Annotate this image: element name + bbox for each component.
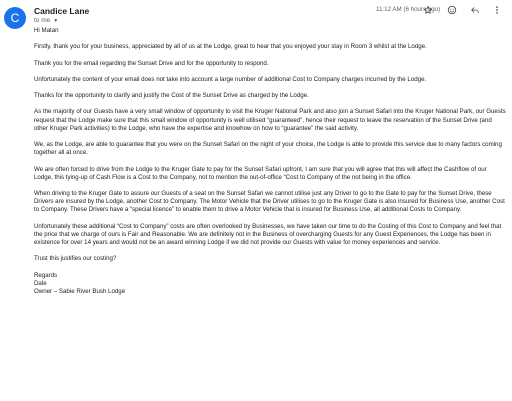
paragraph: We are often forced to drive from the Lo… (34, 165, 487, 181)
sender-name[interactable]: Candice Lane (34, 6, 89, 16)
email-body: Hi Matan Firstly, thank you for your bus… (34, 27, 506, 296)
paragraph: As the majority of our Guests have a ver… (34, 108, 506, 132)
paragraph: Thanks for the opportunity to clarify an… (34, 92, 309, 100)
paragraph: Firstly, thank you for your business, ap… (34, 43, 427, 51)
paragraph: Trust this justifies our costing? (34, 255, 117, 263)
recipient-label: to me (34, 17, 51, 24)
more-vert-icon[interactable] (490, 3, 504, 17)
recipient-line[interactable]: to me ▼ (34, 17, 58, 24)
signature-name: Dale (34, 279, 47, 287)
paragraph: Unfortunately the content of your email … (34, 75, 427, 83)
greeting: Hi Matan (34, 27, 59, 34)
reply-icon[interactable] (468, 3, 482, 17)
star-icon[interactable] (421, 3, 435, 17)
paragraph: When driving to the Kruger Gate to assur… (34, 190, 505, 214)
chevron-down-icon[interactable]: ▼ (53, 18, 58, 24)
sender-avatar[interactable]: C (4, 7, 26, 29)
paragraph: Thank you for the email regarding the Su… (34, 59, 269, 67)
paragraph: We, as the Lodge, are able to guarantee … (34, 141, 502, 157)
closing: Regards (34, 271, 58, 279)
paragraph: Unfortunately these additional “Cost to … (34, 222, 502, 246)
signature-title: Owner – Sabie River Bush Lodge (34, 287, 126, 295)
emoji-icon[interactable] (445, 3, 459, 17)
